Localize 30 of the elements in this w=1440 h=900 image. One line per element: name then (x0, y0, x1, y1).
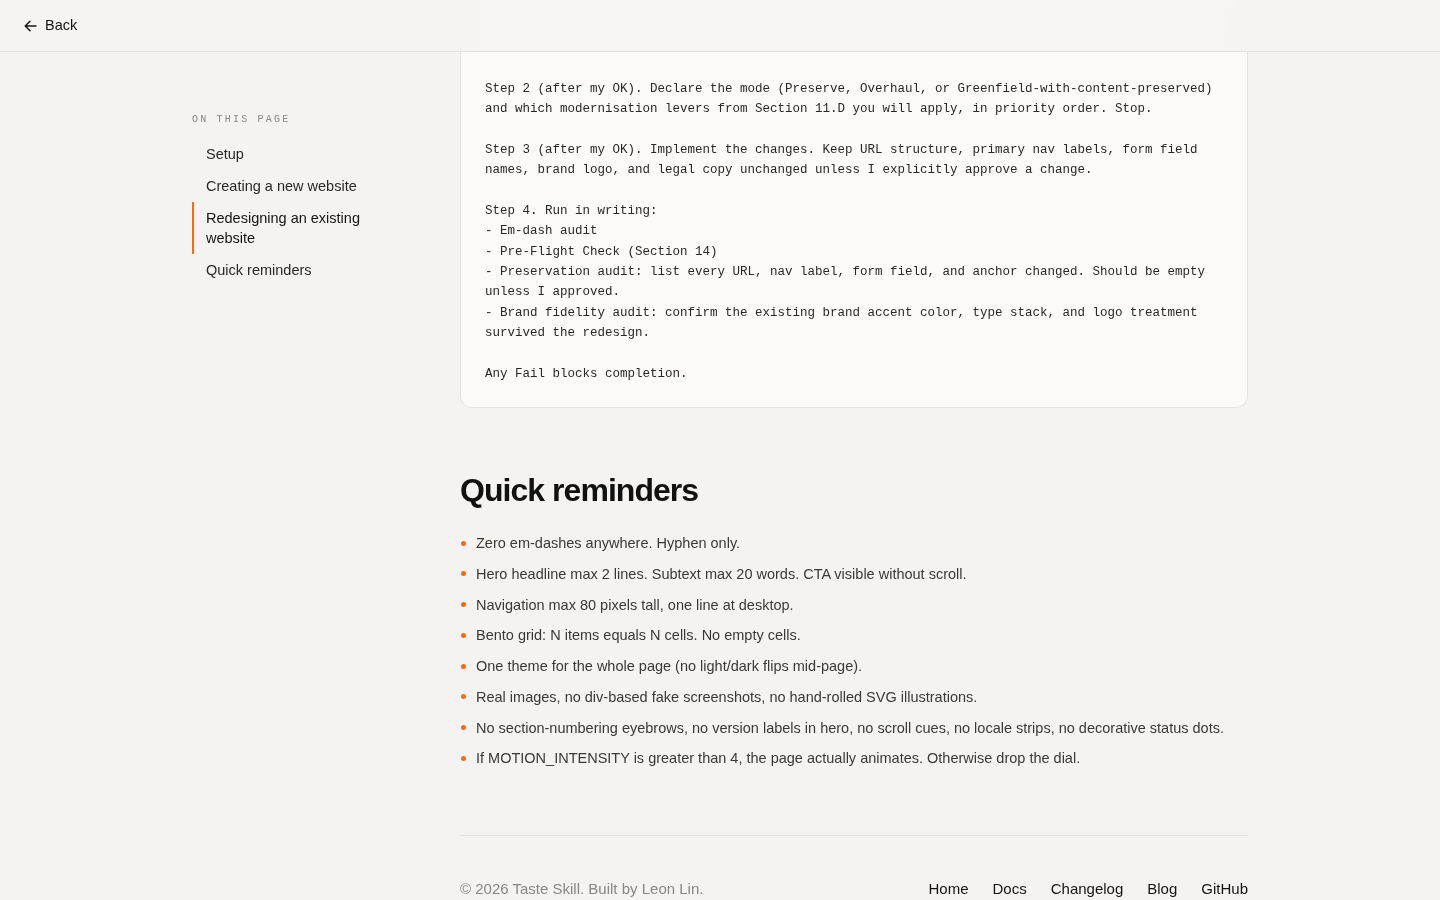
reminder-text: Navigation max 80 pixels tall, one line at desktop. (476, 595, 794, 615)
reminder-text: Hero headline max 2 lines. Subtext max 20 words. CTA visible without scroll. (476, 564, 967, 584)
copyright-text: © 2026 Taste Skill. Built by Leon Lin. (460, 879, 704, 900)
bullet-icon (461, 602, 466, 608)
reminder-text: No section-numbering eyebrows, no version labels in hero, no scroll cues, no locale strips, no decorative status dots. (476, 718, 1224, 738)
bullet-icon (461, 571, 466, 577)
bullet-icon (461, 725, 466, 731)
toc-link[interactable]: Creating a new website (192, 170, 400, 202)
bullet-icon (461, 663, 466, 669)
section-heading: Quick reminders (460, 471, 700, 511)
toc-heading: ON THIS PAGE (192, 113, 292, 127)
reminder-text: Bento grid: N items equals N cells. No empty cells. (476, 626, 801, 646)
toc-link[interactable]: Setup (192, 138, 400, 170)
bullet-icon (461, 540, 466, 546)
footer-link[interactable]: Blog (1147, 879, 1178, 900)
footer-link[interactable]: Changelog (1050, 879, 1124, 900)
bullet-icon (461, 694, 466, 700)
toc-link[interactable]: Redesigning an existing website (192, 202, 400, 254)
reminder-text: Real images, no div-based fake screenshots, no hand-rolled SVG illustrations. (476, 687, 978, 707)
reminder-text: Zero em-dashes anywhere. Hyphen only. (476, 534, 741, 554)
reminder-text: If MOTION_INTENSITY is greater than 4, the page actually animates. Otherwise drop the dial. (476, 749, 1081, 769)
bullet-icon (461, 755, 466, 761)
back-link[interactable]: Back (24, 14, 78, 37)
toc-link[interactable]: Quick reminders (192, 254, 400, 286)
footer-link[interactable]: GitHub (1201, 879, 1248, 900)
back-arrow-icon (24, 19, 37, 32)
footer-link[interactable]: Docs (992, 879, 1027, 900)
bullet-icon (461, 632, 466, 638)
reminder-text: One theme for the whole page (no light/dark flips mid-page). (476, 657, 863, 677)
footer-link[interactable]: Home (928, 879, 969, 900)
